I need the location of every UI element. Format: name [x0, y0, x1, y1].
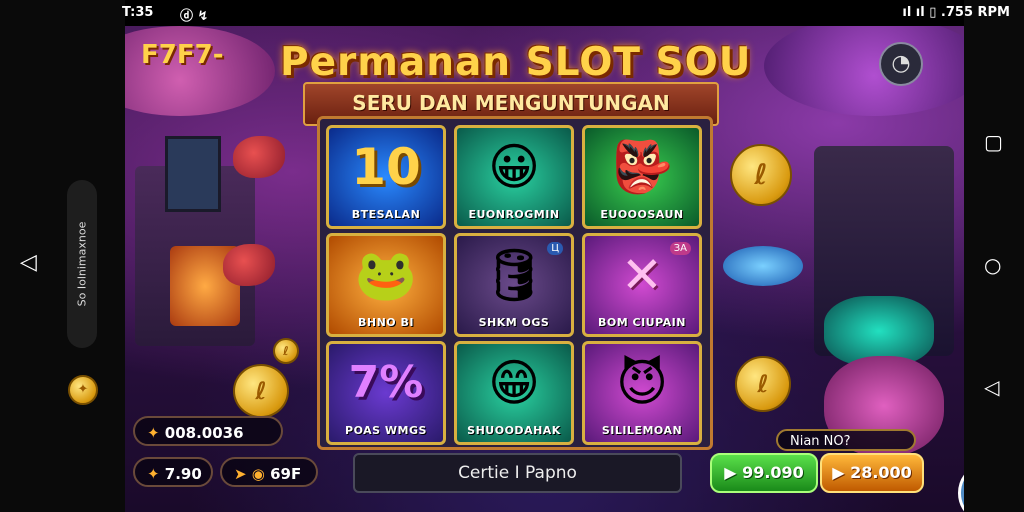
fish-creature: [233, 136, 285, 178]
gauge-icon[interactable]: ◔: [879, 42, 923, 86]
coin-stack-icon: ✦: [147, 424, 165, 442]
ufo-decoration: [723, 246, 803, 286]
coin-icon: ℓ: [730, 144, 792, 206]
bet-left-button[interactable]: ✦ 7.90: [133, 457, 213, 487]
play-icon: ▶: [724, 463, 743, 482]
tile-art: 😀: [487, 138, 541, 196]
coin-icon: ℓ: [735, 356, 791, 412]
tile-badge: Ц: [547, 242, 563, 255]
status-time: T:35: [122, 5, 154, 20]
home-nav-icon[interactable]: ○: [984, 253, 1001, 277]
back-nav-icon-right[interactable]: ◁: [984, 375, 999, 399]
slot-tile[interactable]: 🐸 BHNO BI: [326, 233, 446, 337]
tile-art: 👺: [610, 138, 674, 196]
slot-board: 10 BTESALAN 😀 EUONROGMIN 👺 EUOOOSAUN 🐸 B…: [317, 116, 713, 450]
player-avatar[interactable]: 🧑: [958, 462, 964, 512]
coin-icon: ℓ: [233, 364, 289, 418]
tile-label: BTESALAN: [351, 208, 421, 221]
slot-tile[interactable]: 10 BTESALAN: [326, 125, 446, 229]
status-bar: T:35 ⓓ ↯ ıl ıl ▯ .755 RPM: [0, 0, 1024, 26]
phone-left-bezel: ◁ So Iolnimaxnoe ✦: [0, 0, 125, 512]
tile-label: SHUOODAHAK: [467, 424, 561, 437]
lantern-decoration: [165, 136, 221, 212]
back-nav-icon[interactable]: ◁: [20, 250, 37, 275]
green-spin-button[interactable]: ▶ 99.090: [710, 453, 818, 493]
phone-right-bezel: ▢ ○ ◁: [964, 0, 1024, 512]
tile-art: 10: [351, 138, 421, 196]
green-button-label: 99.090: [742, 463, 804, 482]
coin-icon: ℓ: [273, 338, 299, 364]
balance-display: ✦ 008.0036: [133, 416, 283, 446]
nian-label: Nian NO?: [776, 429, 916, 451]
recents-nav-icon[interactable]: ▢: [984, 130, 1003, 154]
game-title: Permanan SLOT SOU: [280, 40, 752, 85]
side-panel-pill[interactable]: So Iolnimaxnoe: [67, 180, 97, 348]
tile-label: POAS WMGS: [345, 424, 427, 437]
bet-left-value: 7.90: [164, 465, 202, 483]
tile-label: EUOOOSAUN: [600, 208, 684, 221]
bet-right-button[interactable]: ➤ ◉ 69F: [220, 457, 318, 487]
tile-art: 7%: [348, 357, 424, 408]
fish-creature: [223, 244, 275, 286]
side-panel-text: So Iolnimaxnoe: [75, 221, 89, 307]
slot-tile[interactable]: 👺 EUOOOSAUN: [582, 125, 702, 229]
tile-label: EUONROGMIN: [468, 208, 560, 221]
status-icons-left: ⓓ ↯: [180, 9, 209, 24]
bet-right-value: 69F: [270, 465, 302, 483]
orange-button-label: 28.000: [850, 463, 912, 482]
brand-logo: F7F7-: [141, 40, 224, 70]
balance-value: 008.0036: [164, 424, 244, 442]
slot-tile[interactable]: 😀 EUONROGMIN: [454, 125, 574, 229]
tile-art: 😈: [615, 354, 669, 412]
arrow-icon: ➤ ◉: [234, 465, 271, 483]
slot-tile[interactable]: ✕ BOM CIUPAIN ЗА: [582, 233, 702, 337]
tile-label: BHNO BI: [358, 316, 414, 329]
tile-art: 😁: [487, 354, 541, 412]
tile-art: 🐸: [354, 246, 418, 304]
tile-badge: ЗА: [669, 242, 691, 255]
tile-label: BOM CIUPAIN: [598, 316, 686, 329]
arrow-icon: ✦: [147, 465, 165, 483]
slot-tile[interactable]: 😈 SILILEMOAN: [582, 341, 702, 445]
tile-label: SHKM OGS: [478, 316, 550, 329]
mushroom-decoration-right: [764, 26, 964, 116]
slot-tile[interactable]: 😁 SHUOODAHAK: [454, 341, 574, 445]
game-scene: ℓ ℓ ℓ ℓ F7F7- Permanan SLOT SOU SERU DAN…: [125, 26, 964, 512]
slot-tile[interactable]: 7% POAS WMGS: [326, 341, 446, 445]
side-coin-icon[interactable]: ✦: [68, 375, 98, 405]
tile-label: SILILEMOAN: [601, 424, 683, 437]
center-info-bar[interactable]: Certie I Papno: [353, 453, 682, 493]
slot-tile[interactable]: 🛢 SHKM OGS Ц: [454, 233, 574, 337]
play-icon: ▶: [832, 463, 851, 482]
orange-bet-button[interactable]: ▶ 28.000: [820, 453, 924, 493]
status-right: ıl ıl ▯ .755 RPM: [902, 5, 1010, 20]
